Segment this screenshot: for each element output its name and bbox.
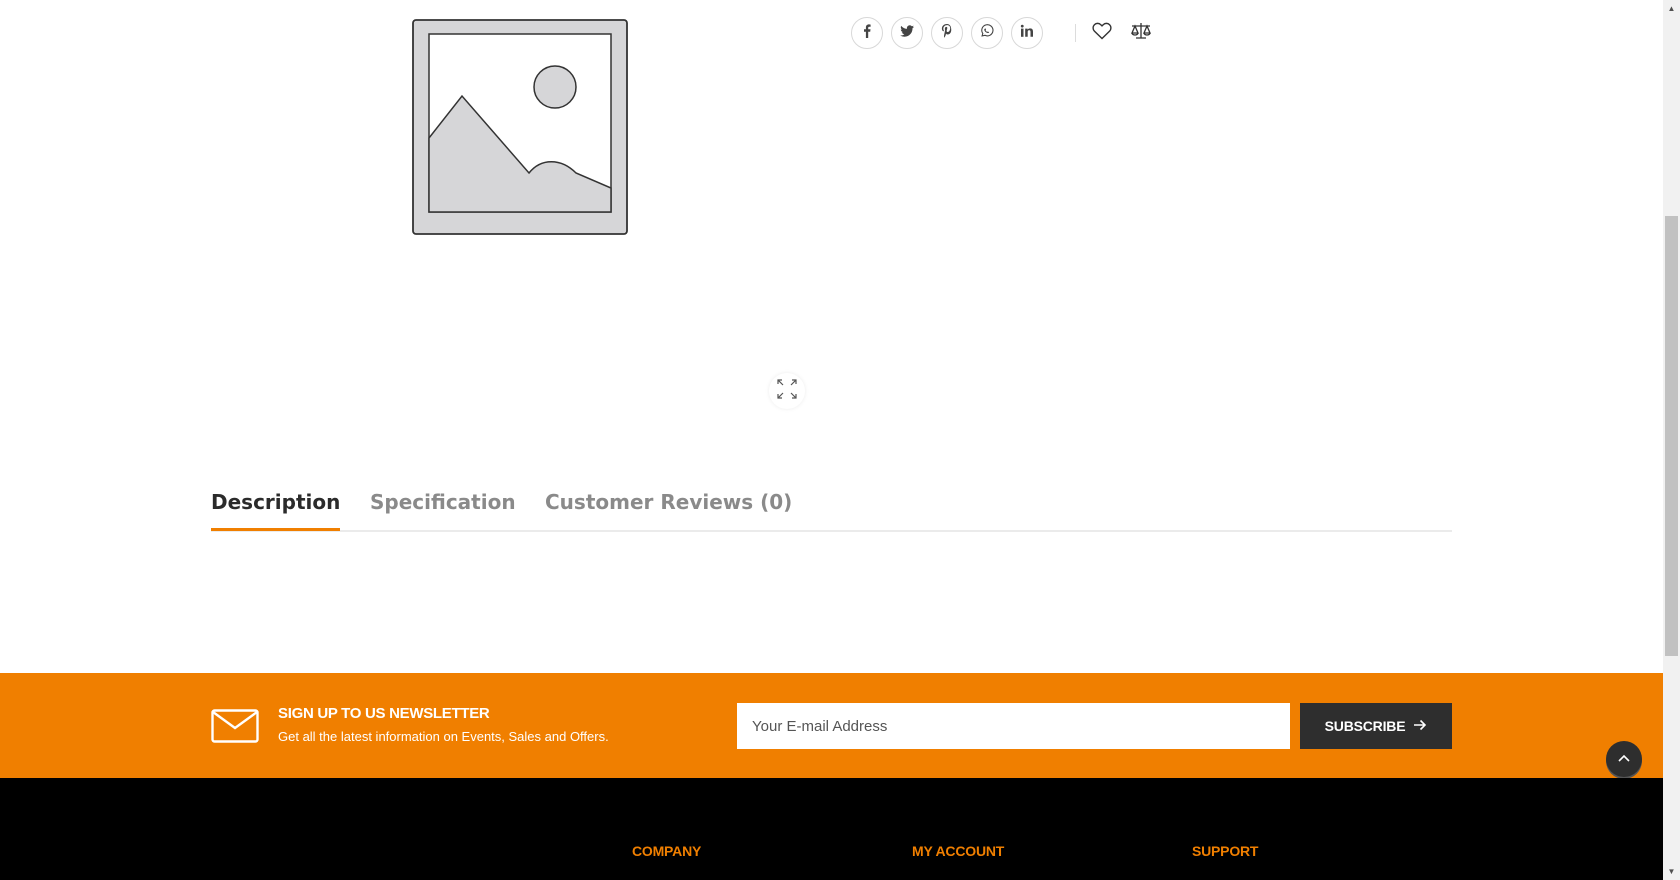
share-bar <box>851 16 1168 50</box>
newsletter-section: SIGN UP TO US NEWSLETTER Get all the lat… <box>0 673 1663 778</box>
expand-icon <box>776 378 798 405</box>
share-twitter-button[interactable] <box>891 17 923 49</box>
facebook-icon <box>860 23 874 43</box>
zoom-expand-button[interactable] <box>769 373 805 409</box>
twitter-icon <box>900 24 914 43</box>
site-footer: COMPANY MY ACCOUNT SUPPORT <box>0 778 1663 880</box>
newsletter-title: SIGN UP TO US NEWSLETTER <box>278 705 490 722</box>
newsletter-subtitle: Get all the latest information on Events… <box>278 729 609 744</box>
page-viewport: Description Specification Customer Revie… <box>0 0 1663 880</box>
tab-specification[interactable]: Specification <box>370 484 516 530</box>
tab-description[interactable]: Description <box>211 484 341 531</box>
balance-scale-icon <box>1130 21 1152 46</box>
share-pinterest-button[interactable] <box>931 17 963 49</box>
subscribe-label: SUBSCRIBE <box>1324 718 1406 734</box>
linkedin-icon <box>1020 24 1034 43</box>
share-whatsapp-button[interactable] <box>971 17 1003 49</box>
whatsapp-icon <box>980 23 994 43</box>
envelope-icon <box>211 709 259 743</box>
product-tabs: Description Specification Customer Revie… <box>211 484 1452 532</box>
divider <box>1075 24 1076 42</box>
product-placeholder-image[interactable] <box>411 18 629 236</box>
scroll-to-top-button[interactable] <box>1606 741 1642 777</box>
vertical-scrollbar[interactable]: ▲ ▼ <box>1663 0 1680 880</box>
share-linkedin-button[interactable] <box>1011 17 1043 49</box>
footer-heading-my-account: MY ACCOUNT <box>912 843 1005 859</box>
heart-icon <box>1092 22 1112 45</box>
scrollbar-thumb[interactable] <box>1665 216 1678 656</box>
wishlist-button[interactable] <box>1090 21 1114 45</box>
scroll-up-arrow-icon[interactable]: ▲ <box>1663 0 1680 17</box>
compare-button[interactable] <box>1129 21 1153 45</box>
chevron-up-icon <box>1617 750 1631 768</box>
email-input[interactable] <box>737 703 1290 749</box>
footer-heading-support: SUPPORT <box>1192 843 1259 859</box>
footer-heading-company: COMPANY <box>632 843 702 859</box>
subscribe-button[interactable]: SUBSCRIBE <box>1300 703 1452 749</box>
tab-customer-reviews[interactable]: Customer Reviews (0) <box>545 484 792 530</box>
arrow-right-icon <box>1413 718 1427 734</box>
pinterest-icon <box>940 23 954 43</box>
share-facebook-button[interactable] <box>851 17 883 49</box>
scroll-down-arrow-icon[interactable]: ▼ <box>1663 863 1680 880</box>
